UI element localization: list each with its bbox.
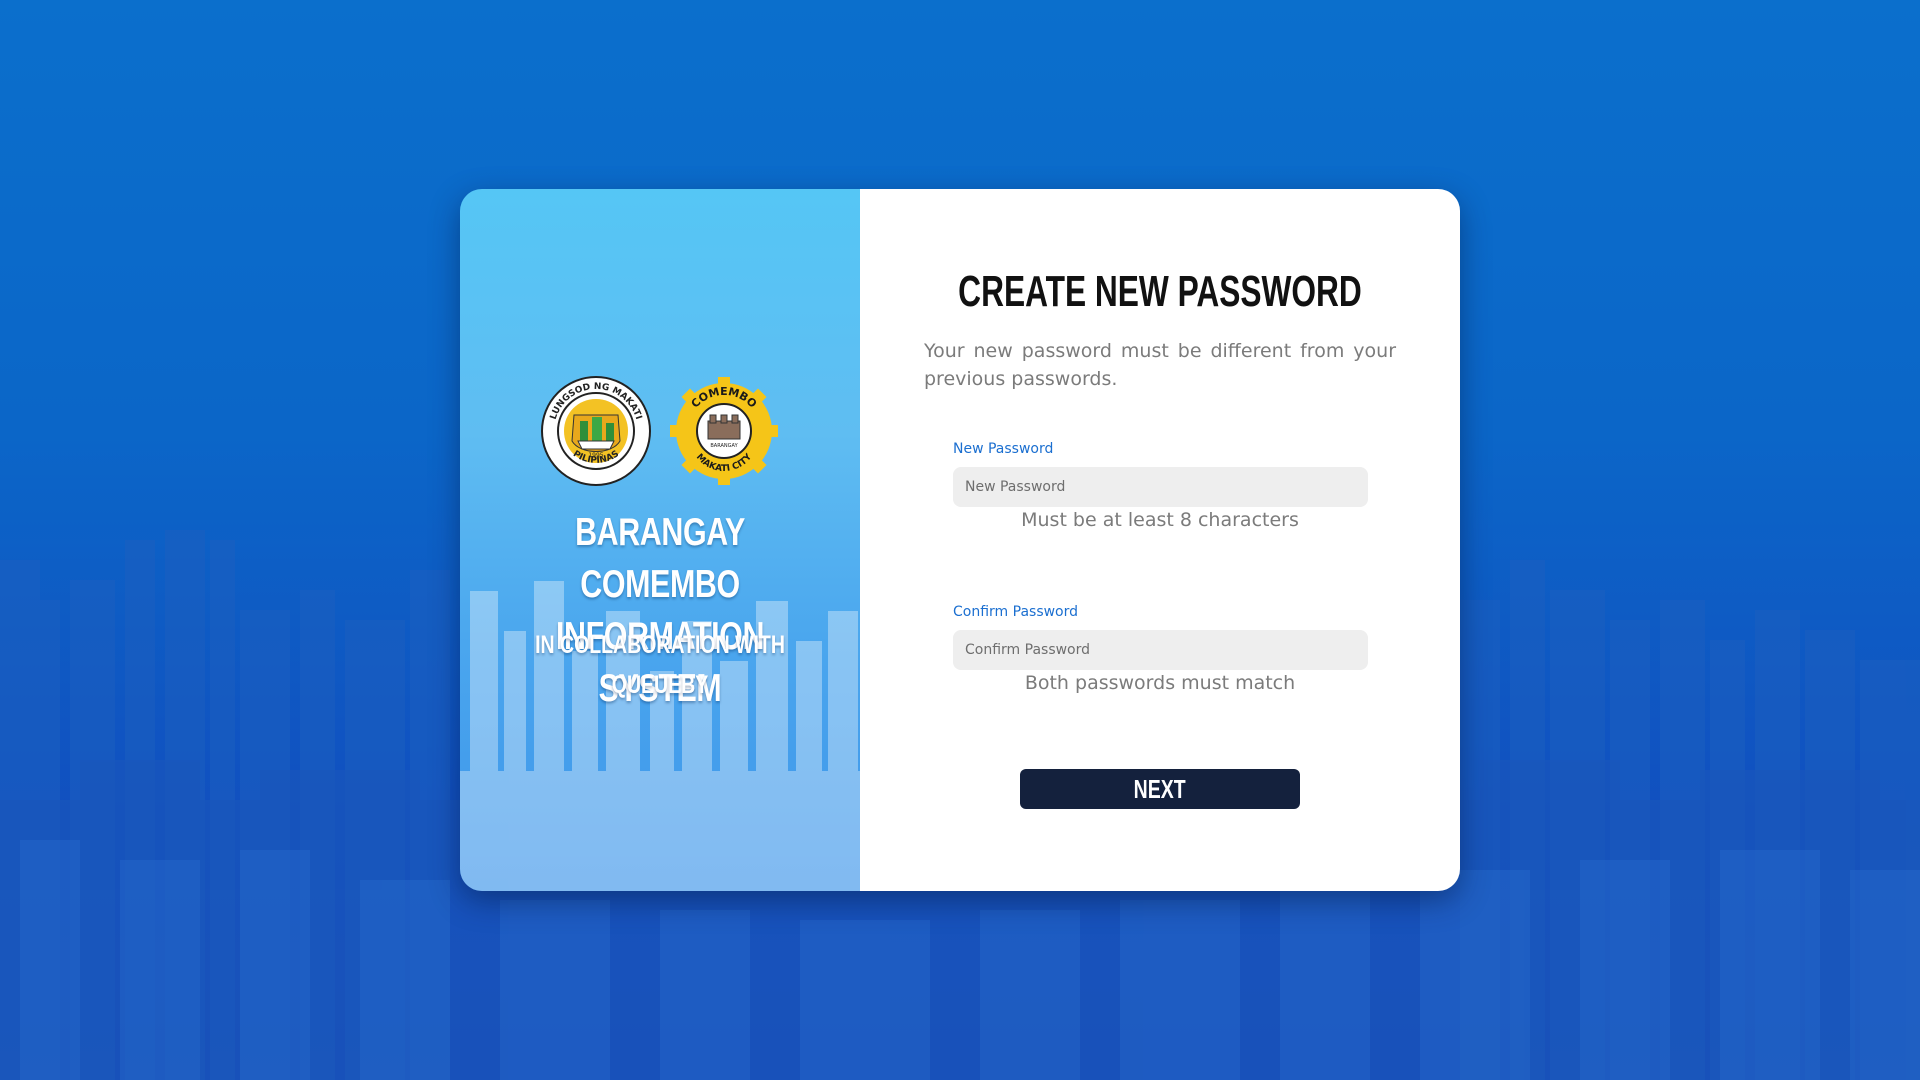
new-password-label: New Password bbox=[953, 441, 1054, 457]
next-button-label: NEXT bbox=[1133, 773, 1187, 804]
collaboration-text: IN COLLABORATION WITH QUEUEBY bbox=[504, 625, 816, 705]
page-description: Your new password must be different from… bbox=[924, 340, 1396, 390]
system-title-line1: BARANGAY COMEMBO bbox=[575, 511, 745, 606]
svg-text:BARANGAY: BARANGAY bbox=[710, 443, 738, 449]
new-password-input[interactable] bbox=[953, 467, 1368, 507]
branding-panel: 1995 LUNGSOD NG MAKATI PILIPINAS BARANGA… bbox=[460, 189, 860, 891]
password-reset-card: 1995 LUNGSOD NG MAKATI PILIPINAS BARANGA… bbox=[460, 189, 1460, 891]
confirm-password-label: Confirm Password bbox=[953, 604, 1079, 620]
page-title: CREATE NEW PASSWORD bbox=[958, 267, 1362, 316]
seal-logos: 1995 LUNGSOD NG MAKATI PILIPINAS BARANGA… bbox=[460, 375, 860, 487]
new-password-hint: Must be at least 8 characters bbox=[1021, 509, 1299, 531]
next-button[interactable]: NEXT bbox=[1020, 769, 1300, 809]
collaboration-line1: IN COLLABORATION WITH bbox=[535, 631, 785, 659]
collaboration-line2: QUEUEBY bbox=[611, 671, 709, 699]
form-panel: CREATE NEW PASSWORD Your new password mu… bbox=[860, 189, 1460, 891]
confirm-password-input[interactable] bbox=[953, 630, 1368, 670]
makati-seal-logo: 1995 LUNGSOD NG MAKATI PILIPINAS bbox=[541, 376, 651, 486]
comembo-seal-logo: BARANGAY COMEMBO MAKATI CITY bbox=[670, 377, 778, 485]
confirm-password-hint: Both passwords must match bbox=[1024, 672, 1296, 694]
